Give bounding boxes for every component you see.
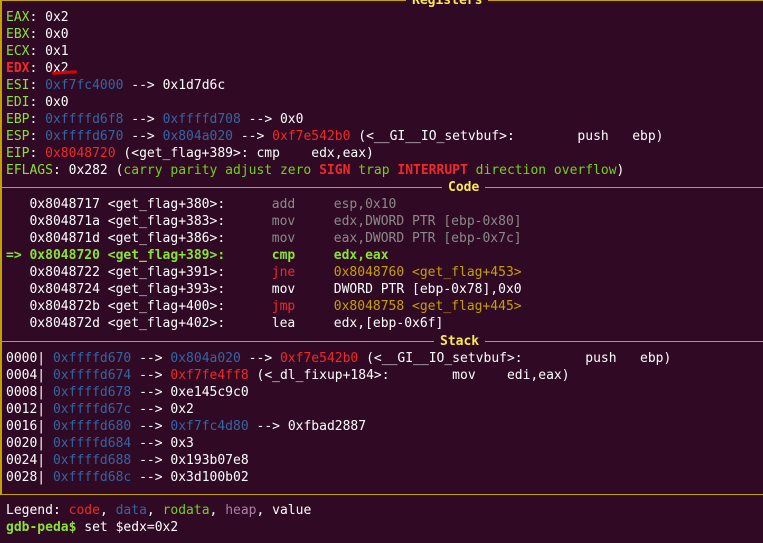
stack-row: 0000| 0xffffd670 --> 0x804a020 --> 0xf7e… xyxy=(6,351,672,366)
code-title: Code xyxy=(442,179,486,196)
code-line: 0x8048724 <get_flag+393>: mov DWORD PTR [e… xyxy=(29,282,522,297)
terminal-window: Registers EAX: 0x2 EBX: 0x0 ECX: 0x1 EDX… xyxy=(0,0,763,543)
stack-row: 0004| 0xffffd674 --> 0xf7fe4ff8 (<_dl_fi… xyxy=(6,368,570,383)
register-ebx: EBX: 0x0 xyxy=(6,27,69,42)
legend: Legend: code, data, rodata, heap, value xyxy=(6,503,312,518)
command-input[interactable]: set $edx=0x2 xyxy=(76,520,178,535)
register-edi: EDI: 0x0 xyxy=(6,95,69,110)
code-separator: Code xyxy=(2,179,763,196)
code-line: => 0x8048720 <get_flag+389>: cmp edx,eax xyxy=(6,248,389,263)
stack-row: 0028| 0xffffd68c --> 0x3d100b02 xyxy=(6,470,249,485)
code-line: 0x8048722 <get_flag+391>: jne 0x8048760 <g… xyxy=(29,265,522,280)
code-line: 0x804872d <get_flag+402>: lea edx,[ebp-0x6… xyxy=(29,316,444,331)
register-edx: EDX: 0x2 xyxy=(6,61,69,76)
register-ecx: ECX: 0x1 xyxy=(6,44,69,59)
command-prompt[interactable]: gdb-peda$ set $edx=0x2 xyxy=(6,519,178,536)
left-border xyxy=(0,0,2,495)
stack-separator: Stack xyxy=(2,333,763,350)
stack-row: 0016| 0xffffd680 --> 0xf7fc4d80 --> 0xfb… xyxy=(6,419,367,434)
bottom-separator xyxy=(0,494,763,495)
register-esp: ESP: 0xffffd670 --> 0x804a020 --> 0xf7e5… xyxy=(6,129,664,144)
register-eflags: EFLAGS: 0x282 (carry parity adjust zero … xyxy=(6,163,625,178)
code-line: 0x804872b <get_flag+400>: jmp 0x8048758 <g… xyxy=(29,299,522,314)
code-line: 0x804871a <get_flag+383>: mov edx,DWORD PT… xyxy=(29,214,522,229)
register-eax: EAX: 0x2 xyxy=(6,10,69,25)
stack-row: 0020| 0xffffd684 --> 0x3 xyxy=(6,436,194,451)
prompt-label: gdb-peda$ xyxy=(6,520,77,535)
stack-row: 0012| 0xffffd67c --> 0x2 xyxy=(6,402,194,417)
register-esi: ESI: 0xf7fc4000 --> 0x1d7d6c xyxy=(6,78,226,93)
stack-title: Stack xyxy=(434,333,486,350)
stack-row: 0008| 0xffffd678 --> 0xe145c9c0 xyxy=(6,385,249,400)
registers-title: Registers xyxy=(406,0,489,9)
code-line: 0x804871d <get_flag+386>: mov eax,DWORD PT… xyxy=(29,231,522,246)
register-eip: EIP: 0x8048720 (<get_flag+389>: cmp edx,… xyxy=(6,146,374,161)
register-ebp: EBP: 0xffffd6f8 --> 0xffffd708 --> 0x0 xyxy=(6,112,304,127)
stack-row: 0024| 0xffffd688 --> 0x193b07e8 xyxy=(6,453,249,468)
registers-separator: Registers xyxy=(2,0,763,9)
code-line: 0x8048717 <get_flag+380>: add esp,0x10 xyxy=(29,197,397,212)
